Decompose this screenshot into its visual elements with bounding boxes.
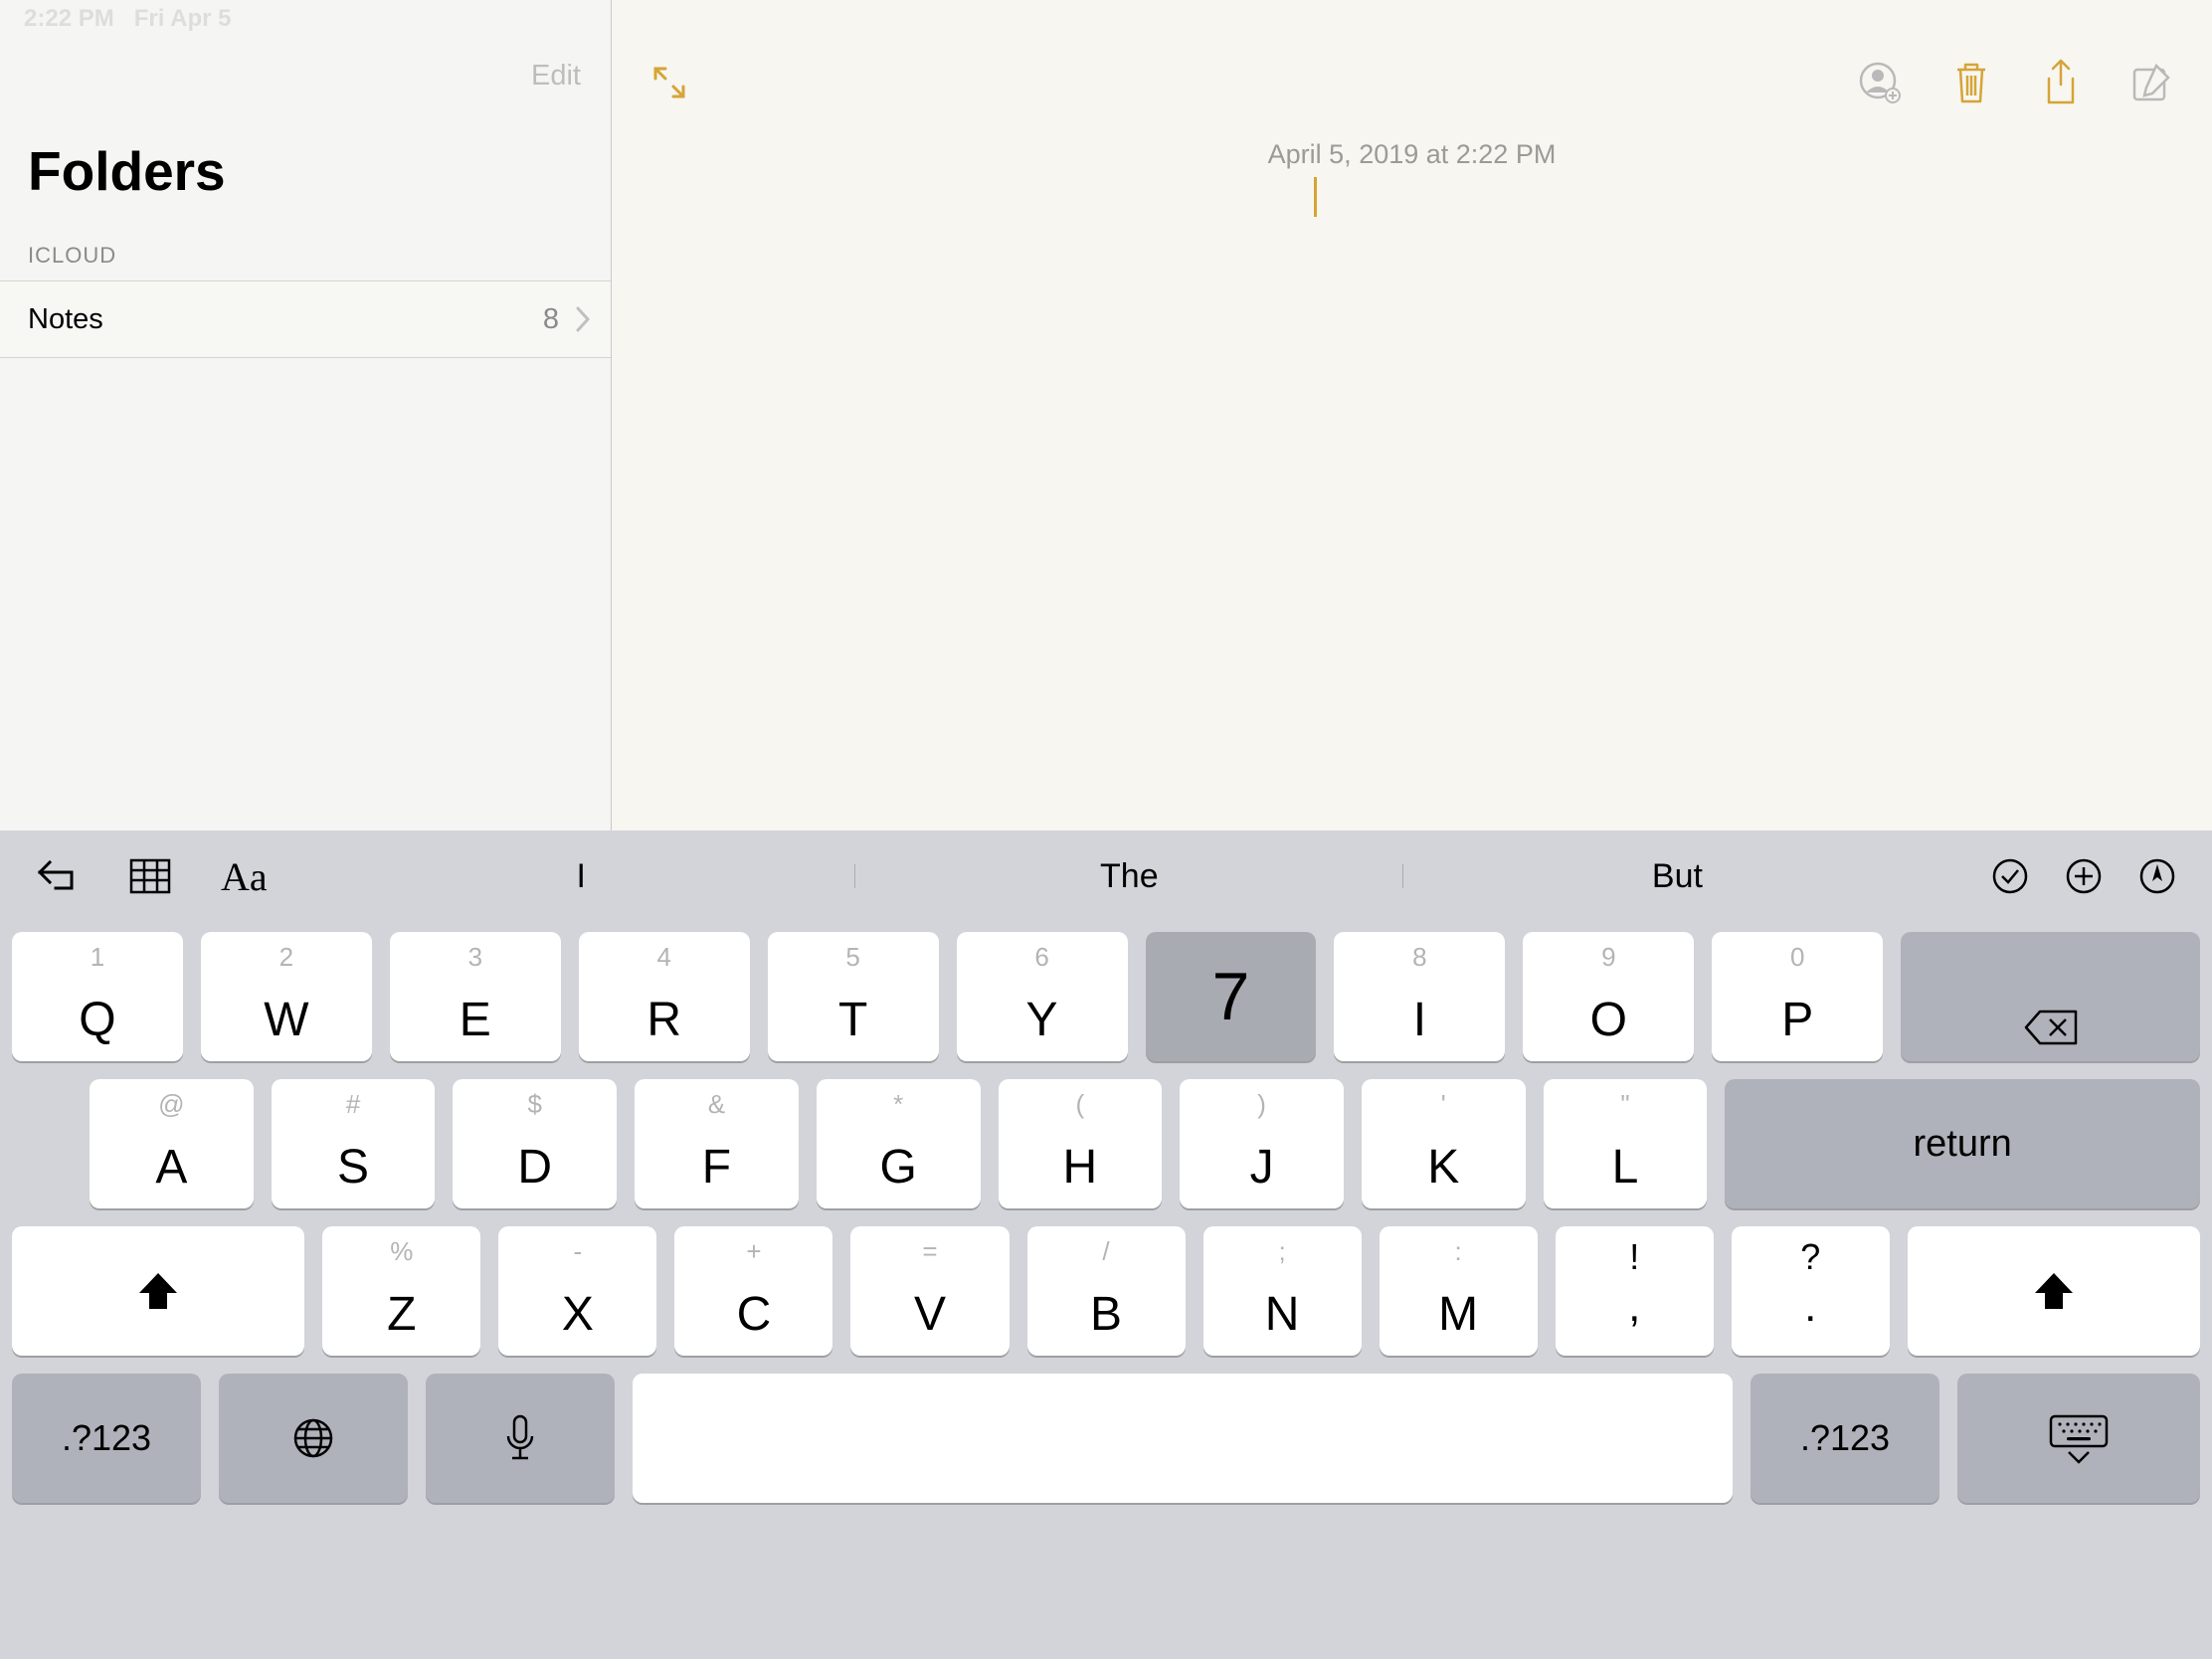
key-s[interactable]: #S xyxy=(272,1079,436,1208)
shift-icon xyxy=(135,1269,181,1313)
suggestion-2[interactable]: The xyxy=(855,857,1403,896)
sidebar: Edit Folders ICLOUD Notes 8 xyxy=(0,0,612,830)
key-b[interactable]: /B xyxy=(1027,1226,1186,1356)
add-attachment-icon[interactable] xyxy=(2065,857,2103,895)
globe-icon xyxy=(291,1416,335,1460)
key-y[interactable]: 6Y xyxy=(957,932,1128,1061)
key-backspace[interactable] xyxy=(1901,932,2200,1061)
key-a[interactable]: @A xyxy=(90,1079,254,1208)
note-toolbar xyxy=(612,48,2212,117)
edit-button[interactable]: Edit xyxy=(531,60,581,92)
keyboard-dismiss-icon xyxy=(2047,1412,2111,1464)
key-7[interactable]: 77 xyxy=(1146,932,1317,1061)
backspace-icon xyxy=(2022,1008,2080,1047)
key-r[interactable]: 4R xyxy=(579,932,750,1061)
key-z[interactable]: %Z xyxy=(322,1226,480,1356)
key-shift-right[interactable] xyxy=(1908,1226,2200,1356)
key-.[interactable]: ?. xyxy=(1732,1226,1890,1356)
shift-icon xyxy=(2031,1269,2077,1313)
key-dismiss-keyboard[interactable] xyxy=(1957,1374,2200,1503)
note-content[interactable]: April 5, 2019 at 2:22 PM xyxy=(612,0,2212,830)
note-timestamp: April 5, 2019 at 2:22 PM xyxy=(612,139,2212,170)
key-return[interactable]: return xyxy=(1725,1079,2200,1208)
key-shift-left[interactable] xyxy=(12,1226,304,1356)
key-n[interactable]: ;N xyxy=(1203,1226,1362,1356)
key-symbols[interactable]: .?123 xyxy=(12,1374,201,1503)
folder-row-notes[interactable]: Notes 8 xyxy=(0,280,611,358)
suggestion-1[interactable]: I xyxy=(307,857,855,896)
compose-icon[interactable] xyxy=(2130,62,2172,103)
keyboard: Aa I The But 1Q2W3E4R5T6Y778I9O0P @A#S$D… xyxy=(0,830,2212,1659)
key-l[interactable]: "L xyxy=(1544,1079,1708,1208)
key-c[interactable]: +C xyxy=(674,1226,832,1356)
key-space[interactable] xyxy=(633,1374,1733,1503)
folder-name: Notes xyxy=(28,303,103,336)
key-,[interactable]: !, xyxy=(1556,1226,1714,1356)
key-o[interactable]: 9O xyxy=(1523,932,1694,1061)
key-v[interactable]: =V xyxy=(850,1226,1009,1356)
section-header-icloud: ICLOUD xyxy=(0,213,611,280)
key-m[interactable]: :M xyxy=(1380,1226,1538,1356)
key-j[interactable]: )J xyxy=(1180,1079,1344,1208)
collaborate-icon[interactable] xyxy=(1858,61,1902,104)
mic-icon xyxy=(504,1414,536,1462)
key-g[interactable]: *G xyxy=(817,1079,981,1208)
key-globe[interactable] xyxy=(219,1374,408,1503)
key-e[interactable]: 3E xyxy=(390,932,561,1061)
key-w[interactable]: 2W xyxy=(201,932,372,1061)
undo-icon[interactable] xyxy=(36,858,80,894)
keyboard-toolbar: Aa I The But xyxy=(0,830,2212,922)
key-d[interactable]: $D xyxy=(453,1079,617,1208)
format-icon[interactable]: Aa xyxy=(221,853,268,900)
key-f[interactable]: &F xyxy=(635,1079,799,1208)
markup-icon[interactable] xyxy=(2138,857,2176,895)
key-t[interactable]: 5T xyxy=(768,932,939,1061)
suggestions: I The But xyxy=(307,830,1951,922)
table-icon[interactable] xyxy=(129,858,171,894)
key-h[interactable]: (H xyxy=(999,1079,1163,1208)
key-i[interactable]: 8I xyxy=(1334,932,1505,1061)
key-q[interactable]: 1Q xyxy=(12,932,183,1061)
expand-icon[interactable] xyxy=(651,65,687,100)
key-k[interactable]: 'K xyxy=(1362,1079,1526,1208)
key-dictate[interactable] xyxy=(426,1374,615,1503)
checklist-icon[interactable] xyxy=(1991,857,2029,895)
key-symbols-right[interactable]: .?123 xyxy=(1751,1374,1939,1503)
suggestion-3[interactable]: But xyxy=(1403,857,1951,896)
trash-icon[interactable] xyxy=(1951,60,1991,105)
text-cursor xyxy=(1314,177,1317,217)
key-x[interactable]: -X xyxy=(498,1226,656,1356)
page-title: Folders xyxy=(0,119,611,213)
share-icon[interactable] xyxy=(2041,59,2081,106)
chevron-right-icon xyxy=(575,306,591,332)
folder-count: 8 xyxy=(543,303,559,336)
key-p[interactable]: 0P xyxy=(1712,932,1883,1061)
